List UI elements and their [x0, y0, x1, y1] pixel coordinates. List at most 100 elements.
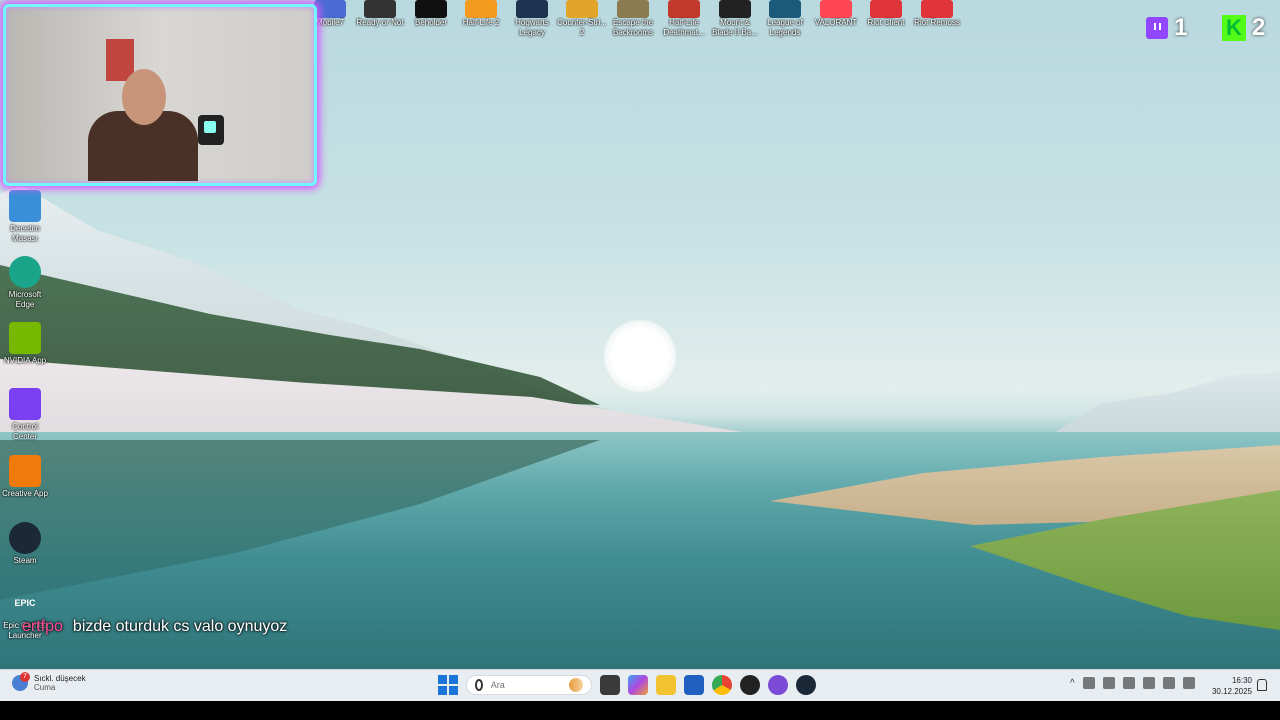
- nvidia-icon: [9, 322, 41, 354]
- desktop-icon-steam[interactable]: Steam: [0, 522, 50, 566]
- desktop-icon-half-life-2[interactable]: Half-Life 2: [455, 0, 507, 28]
- chat-username: ertfpo: [22, 618, 63, 635]
- kick-viewer-count: 2: [1252, 14, 1266, 41]
- desktop-icon-label: Microsoft Edge: [8, 290, 42, 309]
- desktop-icon-label: Hogwarts Legacy: [515, 18, 549, 37]
- clock-time: 16:30: [1231, 676, 1252, 685]
- chat-message: bizde oturduk cs valo oynuyoz: [72, 618, 288, 635]
- weather-day: Cuma: [34, 683, 56, 692]
- steam-icon: [9, 522, 41, 554]
- volume-icon[interactable]: [1162, 677, 1175, 689]
- search-icon: [475, 679, 483, 691]
- desktop-icon-league-of-legends[interactable]: League of Legends: [759, 0, 811, 38]
- epic-games-icon: EPIC: [14, 598, 36, 608]
- github-desktop-icon[interactable]: [740, 675, 760, 695]
- display-icon[interactable]: [1142, 677, 1155, 689]
- webcam-microphone-light: [204, 121, 216, 133]
- app-icon: [820, 0, 852, 18]
- app-icon: [465, 0, 497, 18]
- twitch-viewer-count: 1: [1174, 14, 1188, 41]
- desktop-icon-label: Riot Client: [867, 18, 905, 27]
- app-icon: [415, 0, 447, 18]
- app-icon: [719, 0, 751, 18]
- copilot-icon[interactable]: [628, 675, 648, 695]
- desktop: Mobile7 Ready or Not Beholder Half-Life …: [0, 0, 1280, 669]
- desktop-icon-label: Half-Life Deathmat...: [663, 18, 705, 37]
- desktop-icon-label: Creative App: [2, 489, 48, 498]
- weather-text: Sıckl. düşecek: [34, 674, 86, 683]
- app-icon: [870, 0, 902, 18]
- desktop-icon-label: Beholder: [414, 18, 448, 27]
- webcam-overlay: [3, 4, 317, 186]
- tray-overflow-icon[interactable]: ^: [1070, 678, 1075, 689]
- desktop-icon-nvidia-app[interactable]: NVIDIA App: [0, 322, 50, 366]
- weather-badge: 7: [20, 672, 30, 682]
- desktop-icon-riot-client[interactable]: Riot Client: [860, 0, 912, 28]
- letterbox-bar: [0, 701, 1280, 720]
- desktop-icon-counter-strike-2[interactable]: Counter-Stri... 2: [556, 0, 608, 38]
- twitch-viewer-counter: 1: [1146, 14, 1187, 42]
- wallpaper-sun: [604, 320, 676, 392]
- desktop-icon-mount-and-blade[interactable]: Mount & Blade II Ba...: [709, 0, 761, 38]
- microphone-icon[interactable]: [1122, 677, 1135, 689]
- kick-viewer-counter: K 2: [1222, 14, 1265, 42]
- twitch-app-icon[interactable]: [768, 675, 788, 695]
- desktop-icon-label: Escape the Backrooms: [612, 18, 654, 37]
- clock[interactable]: 16:30 30.12.2025: [1210, 675, 1252, 697]
- taskbar-search[interactable]: [466, 675, 592, 695]
- control-panel-icon: [9, 190, 41, 222]
- search-input[interactable]: [488, 679, 563, 691]
- app-icon: [921, 0, 953, 18]
- desktop-icon-riot-remoss[interactable]: Riot Remoss: [911, 0, 963, 28]
- clock-date: 30.12.2025: [1211, 687, 1252, 696]
- desktop-icon-beholder[interactable]: Beholder: [405, 0, 457, 28]
- desktop-icon-label: Half-Life 2: [462, 18, 500, 27]
- weather-widget[interactable]: 7 Sıckl. düşecek Cuma: [12, 672, 86, 692]
- desktop-icon-control-center[interactable]: Control Center: [0, 388, 50, 442]
- desktop-icon-control-panel[interactable]: Denetim Masası: [0, 190, 50, 244]
- desktop-icon-hogwarts-legacy[interactable]: Hogwarts Legacy: [506, 0, 558, 38]
- app-icon: [668, 0, 700, 18]
- desktop-icon-label: League of Legends: [767, 18, 803, 37]
- desktop-icon-escape-the-backrooms[interactable]: Escape the Backrooms: [607, 0, 659, 38]
- app-icon: [314, 0, 346, 18]
- app-icon: [769, 0, 801, 18]
- chat-overlay: ertfpo bizde oturduk cs valo oynuyoz: [22, 618, 287, 636]
- edge-icon: [9, 256, 41, 288]
- desktop-icon-label: Counter-Stri... 2: [557, 18, 607, 37]
- desktop-icon-edge[interactable]: Microsoft Edge: [0, 256, 50, 310]
- desktop-icon-valorant[interactable]: VALORANT: [810, 0, 862, 28]
- notification-bell-icon[interactable]: [1257, 679, 1267, 691]
- twitch-icon: [1146, 17, 1168, 39]
- file-explorer-icon[interactable]: [656, 675, 676, 695]
- search-highlight-icon: [568, 678, 583, 692]
- app-icon: [566, 0, 598, 18]
- defender-icon[interactable]: [1102, 677, 1115, 689]
- desktop-icon-label: Denetim Masası: [10, 224, 40, 243]
- network-off-icon[interactable]: [1082, 677, 1095, 689]
- desktop-icon-label: Riot Remoss: [914, 18, 960, 27]
- desktop-icon-label: Ready or Not: [356, 18, 404, 27]
- desktop-icon-ready-or-not[interactable]: Ready or Not: [354, 0, 406, 28]
- start-button[interactable]: [438, 675, 458, 695]
- control-center-icon: [9, 388, 41, 420]
- task-view-icon[interactable]: [600, 675, 620, 695]
- battery-icon[interactable]: [1182, 677, 1195, 689]
- weather-icon: 7: [12, 672, 30, 691]
- desktop-icon-label: Steam: [13, 556, 37, 565]
- system-tray: ^: [1070, 677, 1195, 689]
- desktop-icon-half-life-deathmatch[interactable]: Half-Life Deathmat...: [658, 0, 710, 38]
- desktop-icon-label: VALORANT: [814, 18, 858, 27]
- creative-app-icon: [9, 455, 41, 487]
- chrome-icon[interactable]: [712, 675, 732, 695]
- desktop-icon-label: Control Center: [12, 422, 38, 441]
- desktop-icon-creative-app[interactable]: Creative App: [0, 455, 50, 499]
- webcam-streamer-head: [122, 69, 166, 125]
- app-icon: [617, 0, 649, 18]
- app-icon: [516, 0, 548, 18]
- taskbar-apps: [438, 675, 816, 695]
- steam-taskbar-icon[interactable]: [796, 675, 816, 695]
- desktop-icon-label: NVIDIA App: [3, 356, 47, 365]
- taskbar: 7 Sıckl. düşecek Cuma ^ 16:: [0, 669, 1280, 702]
- microsoft-store-icon[interactable]: [684, 675, 704, 695]
